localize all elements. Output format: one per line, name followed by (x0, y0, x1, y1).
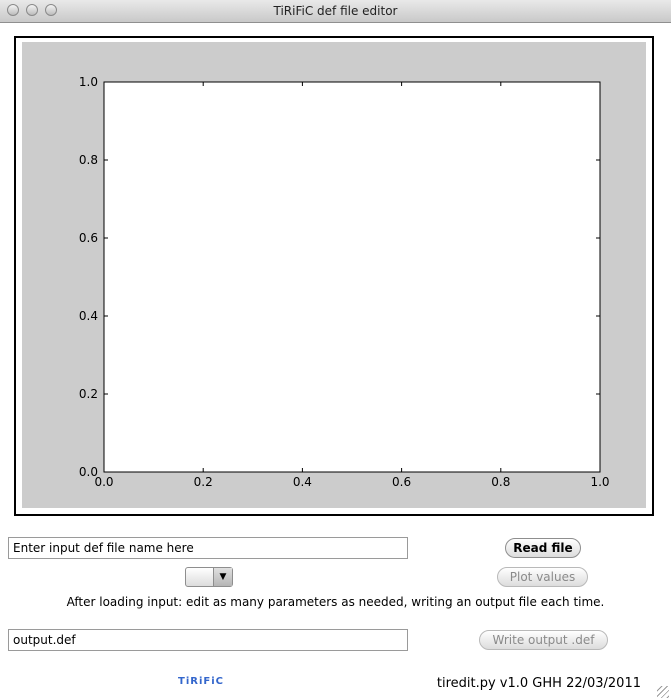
window-title: TiRiFiC def file editor (273, 4, 398, 18)
plot-axes (103, 81, 601, 473)
x-tick-label: 0.4 (293, 475, 312, 489)
plot-values-button[interactable]: Plot values (497, 567, 588, 587)
parameter-dropdown[interactable]: ▼ (185, 567, 233, 587)
x-tick-label: 0.8 (491, 475, 510, 489)
y-tick-label: 1.0 (79, 75, 98, 89)
y-tick-label: 0.4 (79, 309, 98, 323)
plot-figure: 0.0 0.2 0.4 0.6 0.8 1.0 0.0 0.2 0.4 0.6 0.8 1.0 (22, 42, 646, 508)
plot-canvas: 0.0 0.2 0.4 0.6 0.8 1.00.00.20.40.60.81.0 (79, 75, 610, 489)
x-tick-label: 1.0 (590, 475, 609, 489)
write-output-button[interactable]: Write output .def (479, 630, 608, 650)
y-tick-label: 0.8 (79, 153, 98, 167)
x-tick-label: 0.6 (392, 475, 411, 489)
main-content: 0.00.20.40.60.81.00.00.20.40.60.81.0 Rea… (0, 23, 671, 700)
tirific-logo: TiRiFiC (178, 676, 224, 687)
resize-grip-icon[interactable] (657, 686, 669, 698)
read-file-button[interactable]: Read file (505, 538, 581, 558)
input-file-field[interactable] (8, 537, 408, 559)
output-file-field[interactable] (8, 629, 408, 651)
y-tick-label: 0.6 (79, 231, 98, 245)
plot-frame: 0.0 0.2 0.4 0.6 0.8 1.0 0.0 0.2 0.4 0.6 0.8 1.0 (14, 36, 654, 516)
dropdown-arrow-icon: ▼ (213, 568, 232, 586)
x-tick-label: 0.2 (194, 475, 213, 489)
y-tick-label: 0.0 (79, 465, 98, 479)
y-tick-label: 0.2 (79, 387, 98, 401)
instructions-text: After loading input: edit as many parame… (66, 595, 605, 609)
version-label: tiredit.py v1.0 GHH 22/03/2011 (436, 676, 641, 691)
window-titlebar: TiRiFiC def file editor (0, 0, 671, 23)
